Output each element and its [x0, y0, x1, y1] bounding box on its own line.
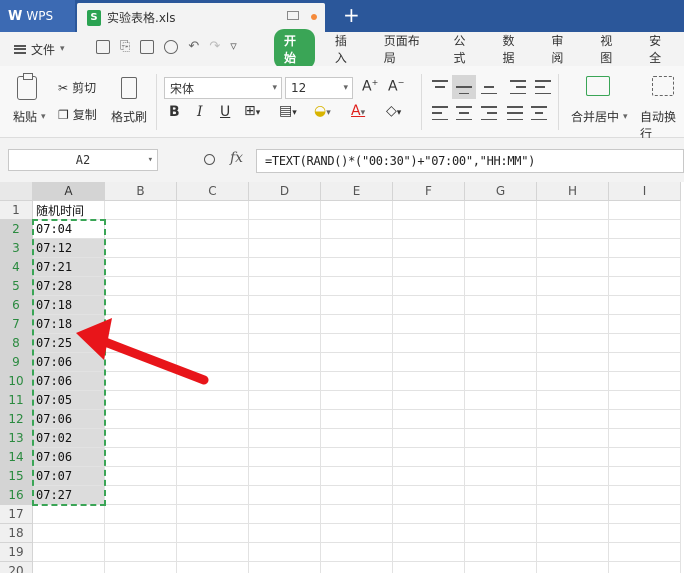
- arrow-head: [76, 318, 112, 360]
- arrow-shaft: [95, 335, 209, 385]
- annotation-arrow: [76, 318, 209, 385]
